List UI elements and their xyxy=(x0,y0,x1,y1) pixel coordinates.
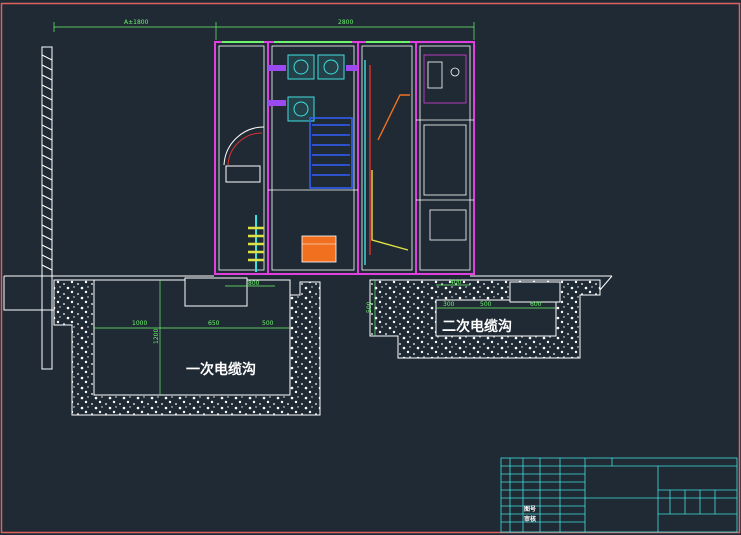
title-block-cell-a: 图号 xyxy=(524,505,536,513)
dim-trench1-w2: 650 xyxy=(208,320,220,327)
dim-trench2-depth: 500 xyxy=(366,301,373,313)
earthing-switch xyxy=(223,126,265,183)
dim-trench2-w0: 400 xyxy=(450,279,462,286)
dim-pad-width: 800 xyxy=(248,280,260,287)
cad-drawing: A±1800 2800 800 1000 650 500 1200 400 30… xyxy=(0,2,741,534)
dim-total-width: 2800 xyxy=(338,19,353,26)
dim-trench2-w3: 600 xyxy=(530,301,542,308)
dim-trench2-w2: 500 xyxy=(480,301,492,308)
primary-trench xyxy=(53,277,321,416)
breaker-assembly xyxy=(309,117,353,189)
top-dimensions xyxy=(53,22,475,40)
dim-trench2-w1: 300 xyxy=(443,301,455,308)
cabinet-left xyxy=(214,41,269,275)
cabinet-end xyxy=(415,41,475,275)
dim-trench1-w1: 1000 xyxy=(132,320,147,327)
secondary-trench-label: 二次电缆沟 xyxy=(442,318,512,335)
title-block-cell-b: 审核 xyxy=(524,515,536,523)
dim-left-extent: A±1800 xyxy=(124,19,149,26)
left-ruler xyxy=(41,46,53,370)
cabinet-right xyxy=(357,41,417,275)
right-cabinet-busbars xyxy=(364,60,410,265)
fan-units xyxy=(287,54,345,122)
control-panel xyxy=(423,54,467,241)
transformer xyxy=(301,235,337,263)
dim-trench1-w3: 500 xyxy=(262,320,274,327)
dim-trench1-depth: 1200 xyxy=(153,329,160,344)
primary-trench-label: 一次电缆沟 xyxy=(186,361,256,378)
surge-arrester xyxy=(248,215,264,272)
title-block xyxy=(500,457,738,533)
